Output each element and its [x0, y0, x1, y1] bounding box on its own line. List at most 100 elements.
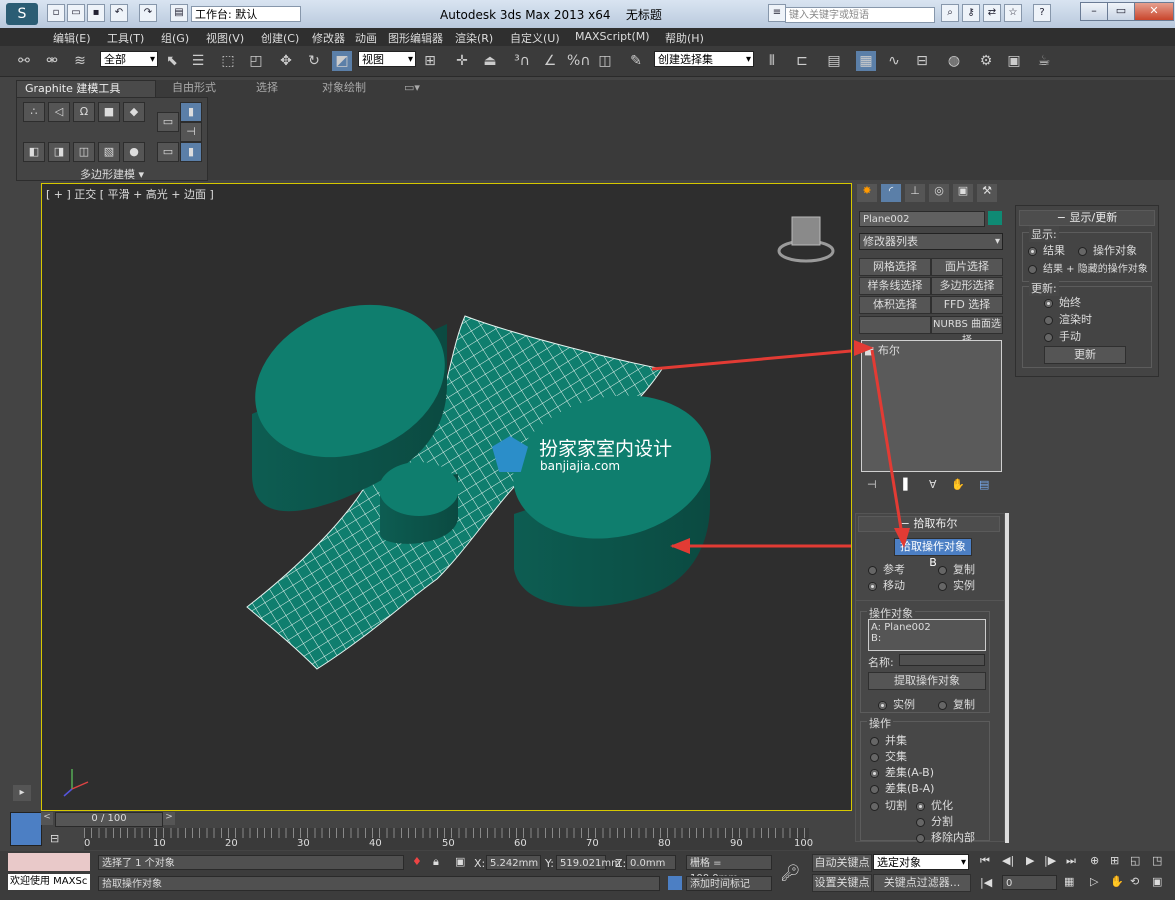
- save-file-icon[interactable]: ▪: [87, 4, 105, 22]
- menu-views[interactable]: 视图(V): [206, 30, 244, 46]
- connect-icon[interactable]: ▮: [180, 142, 202, 162]
- search-input[interactable]: 键入关键字或短语: [785, 7, 935, 23]
- select-manipulate-icon[interactable]: ✛: [452, 51, 472, 71]
- tab-object-paint[interactable]: 对象绘制: [314, 80, 374, 96]
- move-icon[interactable]: ✥: [276, 51, 296, 71]
- render-setup-icon[interactable]: ⚙: [976, 51, 996, 71]
- operand-b[interactable]: B:: [871, 633, 983, 644]
- binoculars-icon[interactable]: ⌕: [941, 4, 959, 22]
- time-next-icon[interactable]: >: [163, 812, 175, 825]
- menu-edit[interactable]: 编辑(E): [53, 30, 91, 46]
- operand-name-field[interactable]: [899, 654, 985, 666]
- auto-key-button[interactable]: 自动关键点: [812, 854, 872, 872]
- update-button[interactable]: 更新: [1044, 346, 1126, 364]
- radio-update-render[interactable]: 渲染时: [1044, 311, 1092, 327]
- menu-maxscript[interactable]: MAXScript(M): [575, 30, 650, 43]
- radio-move[interactable]: 移动: [868, 577, 905, 593]
- zoom-extents-icon[interactable]: ◱: [1130, 854, 1140, 867]
- time-tag-icon[interactable]: [668, 876, 682, 890]
- add-time-tag[interactable]: 添加时间标记: [686, 876, 772, 891]
- radio-subtract-ab[interactable]: 差集(A-B): [870, 764, 934, 780]
- new-file-icon[interactable]: ▫: [47, 4, 65, 22]
- menu-graph-editors[interactable]: 图形编辑器: [388, 30, 443, 46]
- orbit-icon[interactable]: ⟲: [1130, 875, 1139, 888]
- rendered-frame-icon[interactable]: ▣: [1004, 51, 1024, 71]
- unlink-icon[interactable]: ⚮: [42, 51, 62, 71]
- object-name-field[interactable]: Plane002: [859, 211, 985, 227]
- radio-refine[interactable]: 优化: [916, 797, 953, 813]
- next-frame-icon[interactable]: |▶︎: [1044, 854, 1056, 867]
- collapse-stack-icon[interactable]: ▧: [98, 142, 120, 162]
- radio-remove-inside[interactable]: 移除内部: [916, 829, 975, 845]
- z-coord-field[interactable]: 0.0mm: [626, 855, 676, 870]
- pivot-center-icon[interactable]: ⊞: [420, 51, 440, 71]
- radio-extract-instance[interactable]: 实例: [878, 696, 915, 712]
- named-selection-dropdown[interactable]: 创建选择集: [654, 51, 754, 68]
- current-frame-field[interactable]: 0: [1002, 875, 1057, 890]
- time-slider[interactable]: < 0 / 100 >: [41, 812, 852, 827]
- rect-selection-icon[interactable]: ⬚: [218, 51, 238, 71]
- poly-select-button[interactable]: 多边形选择: [931, 277, 1003, 295]
- keyboard-shortcut-icon[interactable]: ⏏: [480, 51, 500, 71]
- undo-icon[interactable]: ↶: [110, 4, 128, 22]
- radio-extract-copy[interactable]: 复制: [938, 696, 975, 712]
- tab-freeform[interactable]: 自由形式: [164, 80, 224, 96]
- radio-reference[interactable]: 参考: [868, 561, 905, 577]
- preserve-uv-icon[interactable]: ●: [123, 142, 145, 162]
- spline-select-button[interactable]: 样条线选择: [859, 277, 931, 295]
- border-icon[interactable]: Ω: [73, 102, 95, 122]
- tab-create-icon[interactable]: ✸: [857, 184, 877, 202]
- mirror-icon[interactable]: ⫴: [762, 51, 782, 71]
- minimize-button[interactable]: –: [1080, 2, 1108, 21]
- key-mode-icon[interactable]: |◀︎: [980, 876, 992, 889]
- zoom-all-icon[interactable]: ⊞: [1110, 854, 1119, 867]
- welcome-field[interactable]: 欢迎使用 MAXSc: [8, 874, 90, 890]
- selected-dropdown[interactable]: 选定对象: [873, 854, 969, 871]
- isolate-icon[interactable]: ♦: [412, 855, 422, 868]
- mesh-select-button[interactable]: 网格选择: [859, 258, 931, 276]
- ignore-backface-icon[interactable]: ▮: [180, 102, 202, 122]
- scale-icon[interactable]: ◩: [332, 51, 352, 71]
- viewport-menu-arrow-icon[interactable]: ▸: [13, 785, 31, 801]
- ffd-select-button[interactable]: FFD 选择: [931, 296, 1003, 314]
- swift-loop-icon[interactable]: ⊣: [180, 122, 202, 142]
- key-icon[interactable]: ⚷: [962, 4, 980, 22]
- menu-group[interactable]: 组(G): [161, 30, 189, 46]
- prev-modifier-icon[interactable]: ◧: [23, 142, 45, 162]
- modifier-list-dropdown[interactable]: 修改器列表: [859, 233, 1003, 250]
- selection-filter-dropdown[interactable]: 全部: [100, 51, 158, 68]
- edit-named-selection-icon[interactable]: ✎: [626, 51, 646, 71]
- snaps-toggle-icon[interactable]: ³∩: [512, 51, 532, 71]
- operand-a[interactable]: A: Plane002: [871, 622, 983, 633]
- menu-animation[interactable]: 动画: [355, 30, 377, 46]
- material-editor-icon[interactable]: ◍: [944, 51, 964, 71]
- menu-create[interactable]: 创建(C): [261, 30, 299, 46]
- maxscript-mini-listener[interactable]: [8, 853, 90, 871]
- radio-show-result[interactable]: 结果: [1028, 242, 1065, 258]
- workspace-dropdown[interactable]: 工作台: 默认: [191, 6, 301, 22]
- app-logo-icon[interactable]: S: [6, 3, 38, 25]
- object-color-swatch[interactable]: [988, 211, 1002, 225]
- prev-frame-icon[interactable]: ◀︎|: [1002, 854, 1014, 867]
- show-end-result-icon[interactable]: ◫: [73, 142, 95, 162]
- radio-instance[interactable]: 实例: [938, 577, 975, 593]
- go-end-icon[interactable]: ⏭: [1066, 854, 1076, 868]
- time-config-icon[interactable]: ▦: [1064, 875, 1074, 888]
- edge-icon[interactable]: ◁: [48, 102, 70, 122]
- panel-scrollbar[interactable]: [1005, 513, 1009, 843]
- time-prev-icon[interactable]: <: [41, 812, 53, 825]
- use-soft-sel-icon[interactable]: ▭: [157, 142, 179, 162]
- zoom-extents-all-icon[interactable]: ◳: [1152, 854, 1162, 867]
- rotate-icon[interactable]: ↻: [304, 51, 324, 71]
- maximize-button[interactable]: ▭: [1107, 2, 1135, 21]
- close-button[interactable]: ✕: [1134, 2, 1174, 21]
- set-key-button[interactable]: 设置关键点: [812, 874, 872, 892]
- star-icon[interactable]: ☆: [1004, 4, 1022, 22]
- exchange-icon[interactable]: ⇄: [983, 4, 1001, 22]
- bind-space-warp-icon[interactable]: ≋: [70, 51, 90, 71]
- tab-display-icon[interactable]: ▣: [953, 184, 973, 202]
- curve-editor-icon[interactable]: ∿: [884, 51, 904, 71]
- element-icon[interactable]: ◆: [123, 102, 145, 122]
- radio-split[interactable]: 分割: [916, 813, 953, 829]
- menu-modifiers[interactable]: 修改器: [312, 30, 345, 46]
